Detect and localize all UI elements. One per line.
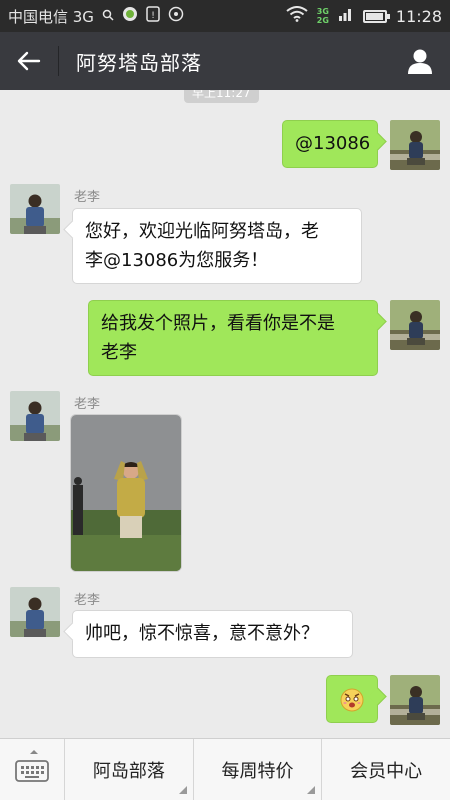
keyboard-caret-icon (30, 750, 38, 754)
sender-name: 老李 (74, 593, 101, 608)
keyboard-icon (15, 760, 49, 782)
status-bar: 中国电信 3G ! 3G 2G 11:28 (0, 0, 450, 32)
sender-name: 老李 (74, 190, 101, 205)
message-text: @13086 (295, 133, 371, 154)
photo-of-child (71, 415, 181, 571)
message-bubble-received[interactable]: 您好，欢迎光临阿努塔岛，老 李@13086为您服务！ (72, 208, 362, 284)
chat-area[interactable]: 早上11:27 @13086 老李 您好，欢迎光临阿努塔岛，老 李@13086为… (0, 90, 450, 738)
menu-item-label: 阿岛部落 (92, 760, 165, 782)
sender-avatar[interactable] (10, 184, 60, 234)
back-button[interactable] (0, 32, 58, 90)
network-type-indicator: 3G 2G (317, 7, 329, 25)
shocked-face-emoji-icon (340, 688, 364, 712)
carrier-label: 中国电信 3G (8, 7, 94, 26)
menu-item-label: 会员中心 (350, 760, 423, 782)
svg-text:!: ! (151, 11, 155, 21)
submenu-indicator-icon (307, 786, 316, 794)
network-tag-2g: 2G (316, 16, 329, 25)
chat-header: 阿努塔岛部落 (0, 32, 450, 90)
message-bubble-sent[interactable]: 给我发个照片，看看你是不是 老李 (88, 300, 378, 376)
wifi-icon (286, 6, 308, 26)
chat-notification-icon (168, 6, 184, 26)
menu-item-island-tribe[interactable]: 阿岛部落 (65, 739, 194, 800)
message-image[interactable] (70, 414, 182, 572)
sender-name: 老李 (74, 397, 101, 412)
message-bubble-received[interactable]: 帅吧，惊不惊喜，意不意外？ (72, 610, 353, 658)
back-arrow-icon (17, 51, 41, 71)
sim-icon: ! (146, 6, 160, 26)
message-bubble-sent[interactable] (326, 675, 378, 723)
menu-item-label: 每周特价 (221, 760, 294, 782)
sender-avatar[interactable] (10, 391, 60, 441)
my-avatar[interactable] (390, 675, 440, 725)
message-text-line: 李@13086为您服务！ (85, 250, 269, 271)
header-divider (58, 46, 59, 76)
person-icon (408, 49, 432, 74)
status-time: 11:28 (395, 6, 442, 26)
message-text: 帅吧，惊不惊喜，意不意外？ (85, 623, 319, 644)
app-notification-icon (122, 6, 138, 26)
battery-fill (365, 12, 383, 20)
message-text-line: 您好，欢迎光临阿努塔岛，老 (85, 221, 319, 242)
search-icon (102, 7, 114, 25)
message-text-line: 给我发个照片，看看你是不是 (101, 313, 335, 334)
sender-avatar[interactable] (10, 587, 60, 637)
submenu-indicator-icon (178, 786, 187, 794)
my-avatar[interactable] (390, 300, 440, 350)
time-badge: 早上11:27 (184, 90, 259, 103)
message-text-line: 老李 (101, 342, 137, 363)
message-bubble-sent[interactable]: @13086 (282, 120, 378, 168)
my-avatar[interactable] (390, 120, 440, 170)
battery-icon (362, 9, 390, 23)
bottom-menu: 阿岛部落 每周特价 会员中心 (0, 738, 450, 800)
menu-item-member-center[interactable]: 会员中心 (322, 739, 450, 800)
network-tag-3g: 3G (316, 7, 329, 16)
menu-item-weekly-specials[interactable]: 每周特价 (194, 739, 323, 800)
page-title: 阿努塔岛部落 (76, 50, 202, 75)
keyboard-toggle-button[interactable] (0, 739, 65, 800)
signal-icon (338, 6, 354, 26)
profile-button[interactable] (390, 32, 450, 90)
